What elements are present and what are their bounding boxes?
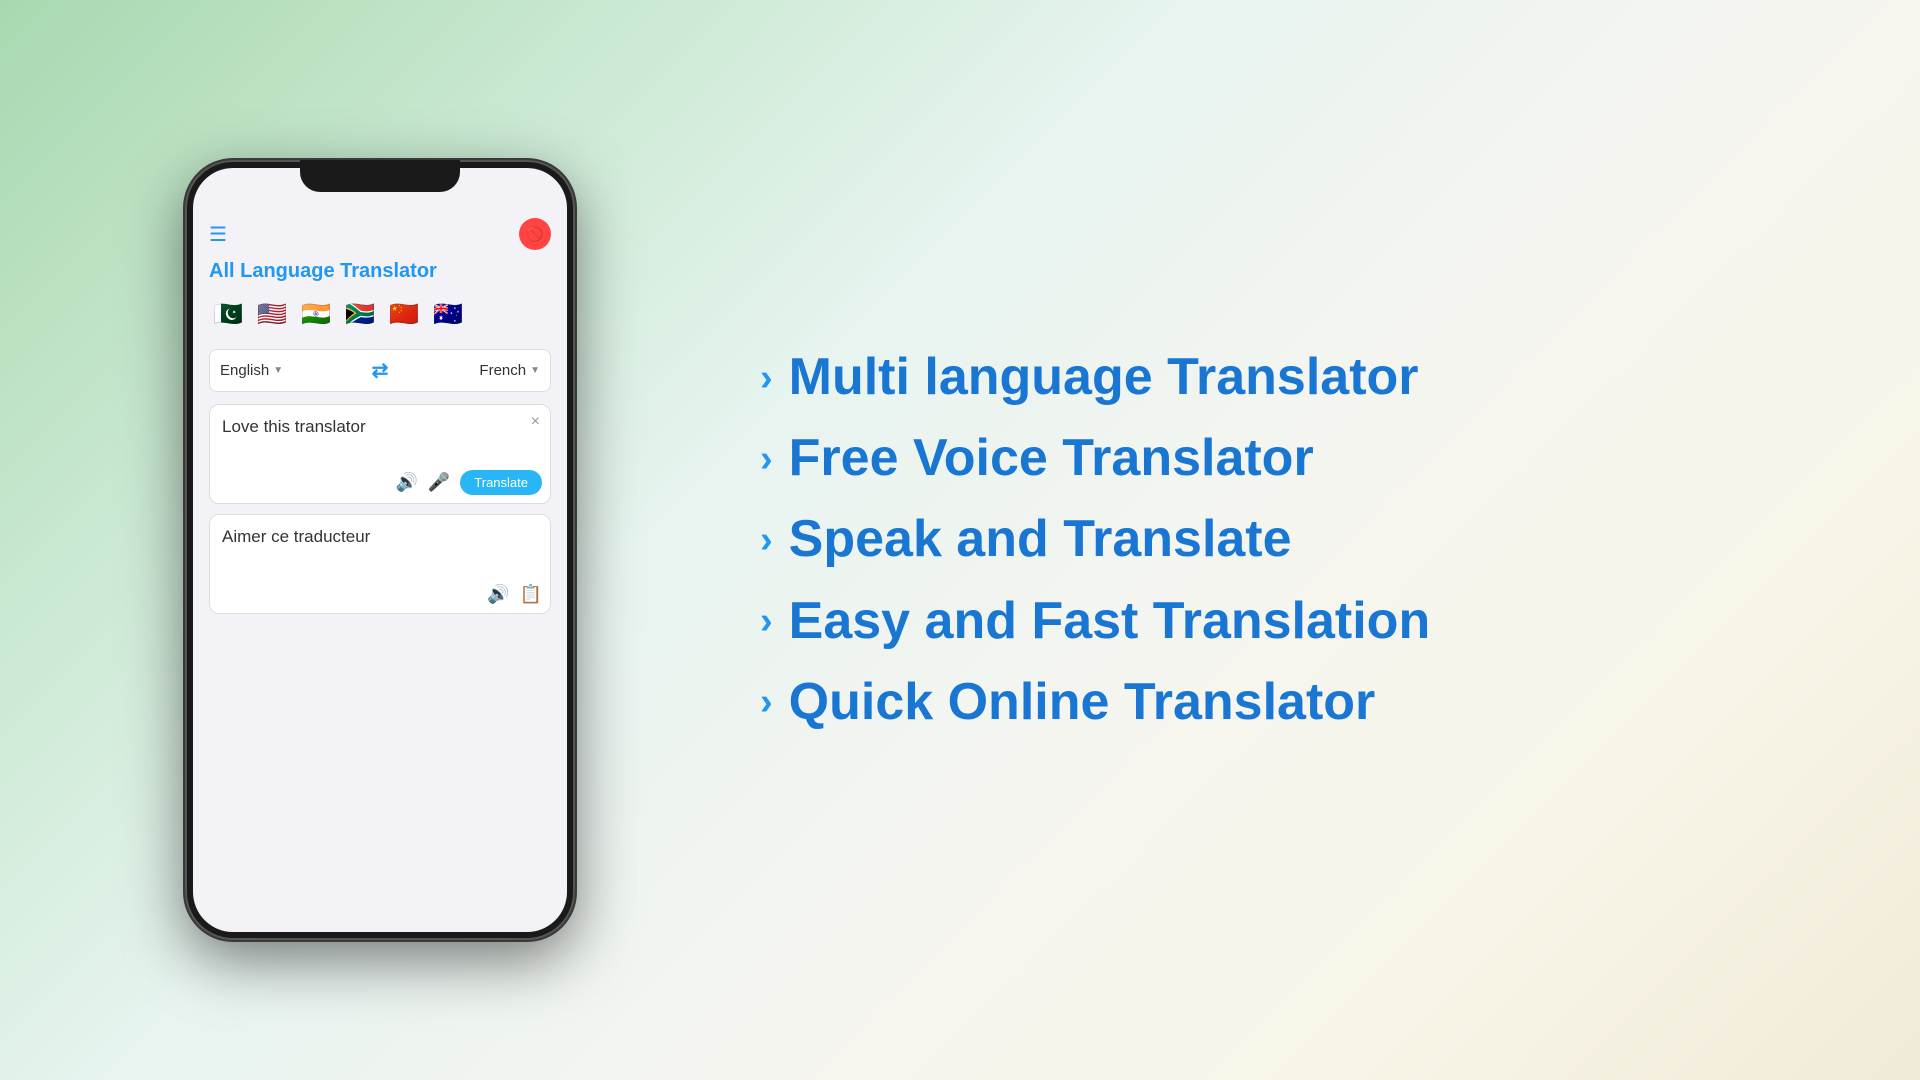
- input-actions: 🔊 🎤 Translate: [395, 470, 542, 495]
- target-language-label: French: [479, 362, 526, 379]
- no-icon[interactable]: 🚫: [519, 218, 551, 250]
- chevron-icon-5: ›: [760, 683, 773, 721]
- output-speaker-icon[interactable]: 🔊: [487, 584, 509, 605]
- flag-south-africa[interactable]: 🇿🇦: [341, 295, 379, 333]
- chevron-icon-1: ›: [760, 359, 773, 397]
- phone-notch: [300, 160, 460, 192]
- feature-item-3: › Speak and Translate: [760, 503, 1840, 576]
- source-lang-chevron: ▼: [273, 365, 283, 376]
- feature-item-5: › Quick Online Translator: [760, 666, 1840, 739]
- translated-text: Aimer ce traducteur: [222, 527, 538, 547]
- swap-languages-button[interactable]: ⇄: [372, 358, 389, 383]
- feature-label-4: Easy and Fast Translation: [789, 593, 1431, 650]
- feature-item-4: › Easy and Fast Translation: [760, 585, 1840, 658]
- feature-label-5: Quick Online Translator: [789, 674, 1376, 731]
- app-header: ☰ 🚫: [209, 218, 551, 250]
- chevron-icon-3: ›: [760, 521, 773, 559]
- mic-icon[interactable]: 🎤: [428, 472, 450, 493]
- clear-input-button[interactable]: ×: [531, 413, 540, 431]
- output-actions: 🔊 📋: [487, 584, 542, 605]
- translate-button[interactable]: Translate: [460, 470, 542, 495]
- feature-item-1: › Multi language Translator: [760, 341, 1840, 414]
- chevron-icon-2: ›: [760, 440, 773, 478]
- feature-label-3: Speak and Translate: [789, 511, 1292, 568]
- copy-icon[interactable]: 📋: [520, 584, 542, 605]
- chevron-icon-4: ›: [760, 602, 773, 640]
- feature-item-2: › Free Voice Translator: [760, 422, 1840, 495]
- flag-australia[interactable]: 🇦🇺: [429, 295, 467, 333]
- target-language-button[interactable]: French ▼: [396, 362, 540, 379]
- flag-india[interactable]: 🇮🇳: [297, 295, 335, 333]
- flag-china[interactable]: 🇨🇳: [385, 295, 423, 333]
- app-title: All Language Translator: [209, 260, 551, 283]
- source-language-label: English: [220, 362, 269, 379]
- app-content: ☰ 🚫 All Language Translator 🇵🇰 🇺🇸 🇮🇳 🇿🇦 …: [193, 168, 567, 932]
- phone-mockup: ☰ 🚫 All Language Translator 🇵🇰 🇺🇸 🇮🇳 🇿🇦 …: [185, 160, 575, 940]
- phone-screen: ☰ 🚫 All Language Translator 🇵🇰 🇺🇸 🇮🇳 🇿🇦 …: [193, 168, 567, 932]
- phone-body: ☰ 🚫 All Language Translator 🇵🇰 🇺🇸 🇮🇳 🇿🇦 …: [185, 160, 575, 940]
- flags-row: 🇵🇰 🇺🇸 🇮🇳 🇿🇦 🇨🇳 🇦🇺: [209, 295, 551, 333]
- target-lang-chevron: ▼: [530, 365, 540, 376]
- flag-pakistan[interactable]: 🇵🇰: [209, 295, 247, 333]
- feature-label-2: Free Voice Translator: [789, 430, 1314, 487]
- feature-label-1: Multi language Translator: [789, 349, 1419, 406]
- source-text-box[interactable]: Love this translator × 🔊 🎤 Translate: [209, 404, 551, 504]
- source-language-button[interactable]: English ▼: [220, 362, 364, 379]
- features-section: › Multi language Translator › Free Voice…: [680, 281, 1920, 799]
- left-section: ☰ 🚫 All Language Translator 🇵🇰 🇺🇸 🇮🇳 🇿🇦 …: [0, 0, 680, 1080]
- source-text: Love this translator: [222, 417, 538, 437]
- speaker-icon[interactable]: 🔊: [395, 472, 417, 493]
- menu-icon[interactable]: ☰: [209, 222, 227, 247]
- language-selector[interactable]: English ▼ ⇄ French ▼: [209, 349, 551, 392]
- output-text-box: Aimer ce traducteur 🔊 📋: [209, 514, 551, 614]
- flag-usa[interactable]: 🇺🇸: [253, 295, 291, 333]
